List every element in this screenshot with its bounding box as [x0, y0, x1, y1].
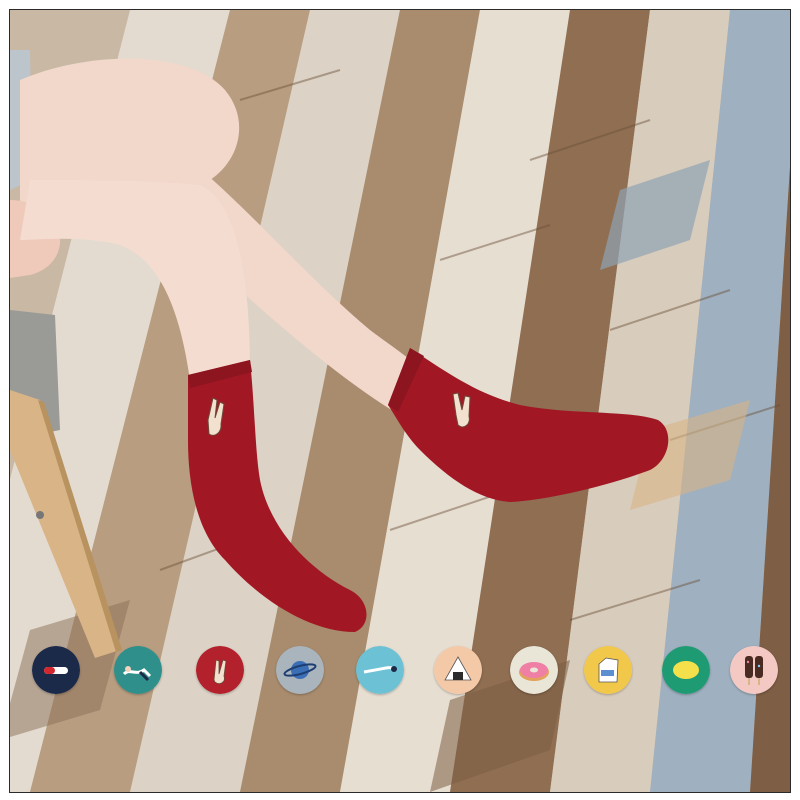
- swatch-hand-sign: [196, 646, 244, 694]
- swatch-diver: [356, 646, 404, 694]
- swatch-donut: [510, 646, 558, 694]
- swatch-lemon: [662, 646, 710, 694]
- swatch-popsicle: [730, 646, 778, 694]
- donut-icon: [510, 646, 558, 694]
- pill-icon: [32, 646, 80, 694]
- swatch-milk-carton: [584, 646, 632, 694]
- swimmer-icon: [114, 646, 162, 694]
- swatch-pill: [32, 646, 80, 694]
- planet-icon: [276, 646, 324, 694]
- popsicle-icon: [730, 646, 778, 694]
- pattern-swatch-row: [10, 646, 790, 702]
- diver-icon: [356, 646, 404, 694]
- photo-frame: [9, 9, 791, 793]
- lemon-icon: [662, 646, 710, 694]
- swatch-rice-ball: [434, 646, 482, 694]
- swatch-planet: [276, 646, 324, 694]
- milk-carton-icon: [584, 646, 632, 694]
- swatch-swimmer: [114, 646, 162, 694]
- rice-ball-icon: [434, 646, 482, 694]
- hand-sign-icon: [196, 646, 244, 694]
